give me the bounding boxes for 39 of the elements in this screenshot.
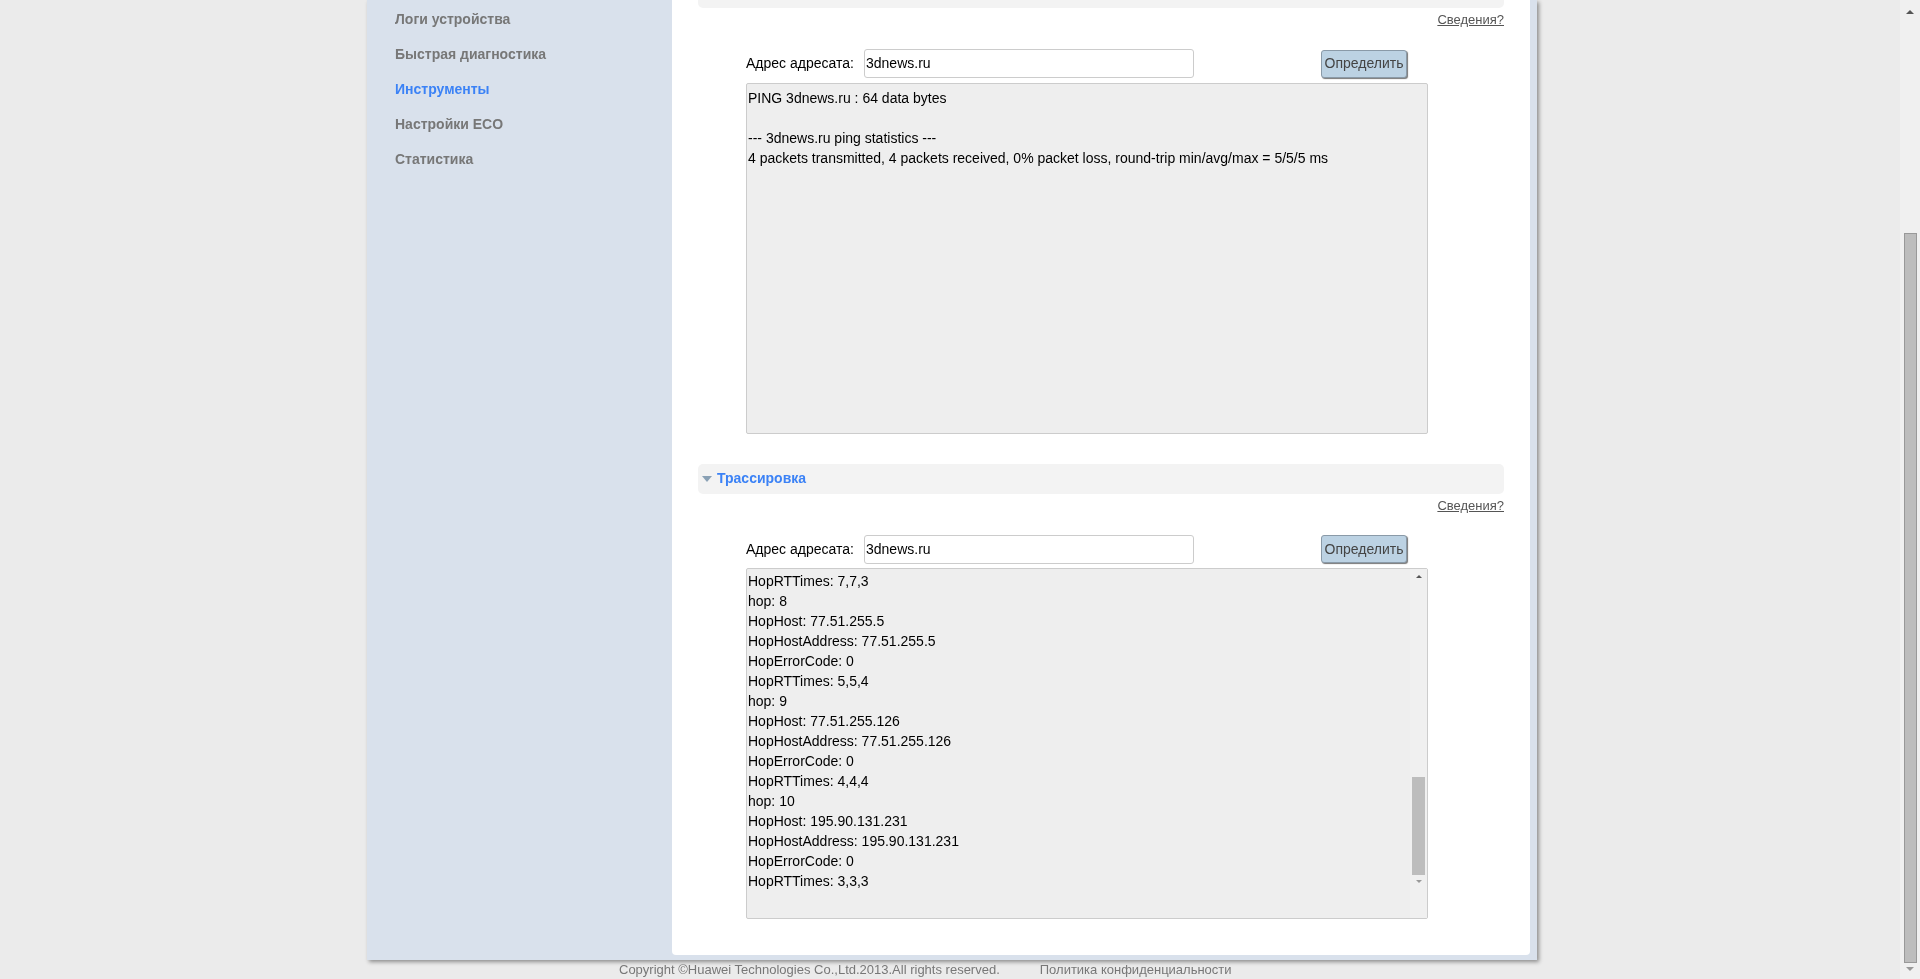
- output-line: HopErrorCode: 0: [748, 852, 855, 871]
- output-line: HopHostAddress: 195.90.131.231: [748, 832, 960, 851]
- sidebar-item[interactable]: Настройки ECO: [395, 114, 672, 133]
- output-field[interactable]: PING 3dnews.ru : 64 data bytes --- 3dnews.ru ping statistics --- 4 packets transmitted, 4 packets received, 0% packet loss, round-trip min/avg/max = 5/5/5 ms: [746, 82, 1428, 434]
- copyright-text: Copyright ©Huawei Technologies Co.,Ltd.2013.All rights reserved.: [619, 960, 1000, 979]
- output-line: HopRTTimes: 3,3,3: [748, 872, 870, 891]
- sidebar-item[interactable]: Статистика: [395, 149, 672, 168]
- output-line: hop: 8: [748, 592, 788, 611]
- privacy-link[interactable]: Политика конфиденциальности: [1039, 959, 1232, 979]
- determine-button[interactable]: Определить: [1321, 49, 1407, 78]
- address-input[interactable]: 3dnews.ru: [864, 534, 1194, 564]
- output-line: hop: 10: [748, 792, 796, 811]
- determine-button[interactable]: Определить: [1321, 535, 1407, 563]
- output-line: hop: 9: [748, 692, 788, 711]
- output-line: HopHost: 77.51.255.5: [748, 612, 886, 631]
- output-scrollbar-drawing[interactable]: [1410, 569, 1427, 918]
- output-line: HopErrorCode: 0: [748, 752, 855, 771]
- output-line: --- 3dnews.ru ping statistics ---: [748, 128, 938, 148]
- output-line: HopHostAddress: 77.51.255.5: [748, 632, 937, 651]
- output-line: HopHostAddress: 77.51.255.126: [748, 732, 953, 751]
- output-line: HopHost: 77.51.255.126: [748, 712, 901, 731]
- output-line: HopHost: 195.90.131.231: [748, 812, 909, 831]
- address-input[interactable]: 3dnews.ru: [864, 49, 1194, 78]
- output-line: HopRTTimes: 4,4,4: [748, 772, 870, 791]
- triangle-down-icon: [702, 474, 712, 483]
- address-label: Адрес адресата:: [746, 539, 855, 559]
- section-header[interactable]: Трассировка: [698, 463, 1504, 494]
- sidebar-item[interactable]: Быстрая диагностика: [395, 44, 672, 63]
- help-link[interactable]: Сведения?: [1437, 495, 1504, 515]
- output-line: HopRTTimes: 7,7,3: [748, 572, 870, 591]
- output-line: 4 packets transmitted, 4 packets received, 0% packet loss, round-trip min/avg/max = 5/5/5 ms: [748, 148, 1330, 168]
- help-link[interactable]: Сведения?: [1437, 10, 1504, 30]
- output-line: PING 3dnews.ru : 64 data bytes: [748, 88, 948, 108]
- output-field[interactable]: [746, 568, 1428, 919]
- sidebar-item[interactable]: Логи устройства: [395, 9, 672, 28]
- output-line: HopRTTimes: 5,5,4: [748, 672, 870, 691]
- output-line: HopErrorCode: 0: [748, 652, 855, 671]
- page-scrollbar-drawing[interactable]: [1900, 0, 1920, 979]
- address-label: Адрес адресата:: [746, 54, 855, 73]
